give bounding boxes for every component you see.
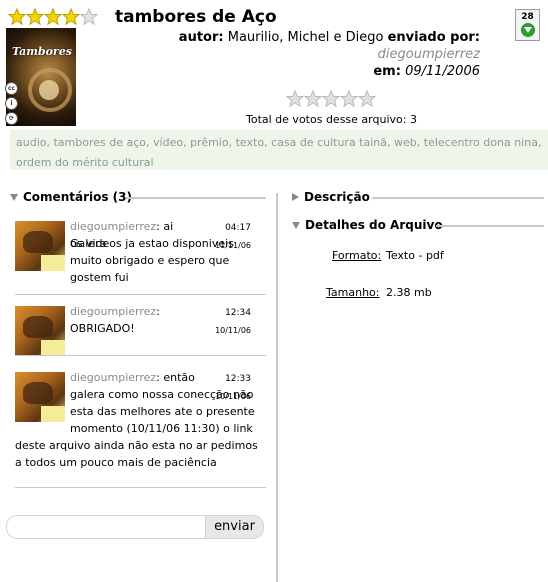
star-icon[interactable]: [285, 89, 305, 108]
comment-item: diegoumpierrez: ai Galera 04:17 11/11/06 os…: [15, 218, 266, 294]
expand-icon: [292, 221, 300, 229]
star-icon: [25, 7, 45, 26]
comment-text-first: :: [156, 305, 160, 318]
column-divider: [276, 193, 278, 582]
tag-link[interactable]: casa de cultura tainã: [271, 136, 387, 149]
star-icon: [79, 7, 99, 26]
comment-text: diegoumpierrez:: [70, 303, 205, 320]
tag-link[interactable]: audio: [16, 136, 46, 149]
vote-stars[interactable]: [285, 89, 377, 108]
cc-sa-icon: ⟳: [5, 112, 18, 125]
size-label: Tamanho:: [326, 286, 380, 299]
comment-user[interactable]: diegoumpierrez: [70, 220, 156, 233]
star-icon[interactable]: [339, 89, 359, 108]
star-icon: [61, 7, 81, 26]
expand-icon: [10, 193, 18, 201]
comment-body: OBRIGADO!: [70, 322, 135, 335]
divider: [436, 225, 544, 227]
date-label: em:: [373, 64, 401, 79]
cc-by-icon: i: [5, 97, 18, 110]
divider: [126, 197, 266, 199]
tag-link[interactable]: telecentro dona nina: [424, 136, 538, 149]
tag-link[interactable]: vídeo: [153, 136, 183, 149]
format-value: Texto - pdf: [386, 249, 444, 262]
comment-divider: [15, 487, 266, 488]
rating-stars: [7, 7, 99, 26]
download-count: 28: [521, 12, 534, 22]
license-icons: cc i ⟳: [5, 82, 18, 125]
star-icon: [43, 7, 63, 26]
tag-link[interactable]: prêmio: [190, 136, 229, 149]
description-title: Descrição: [304, 190, 370, 204]
tag-list: audio, tambores de aço, vídeo, prêmio, t…: [10, 130, 548, 170]
date-value: 09/11/2006: [405, 64, 480, 79]
cover-title: Tambores de Aço: [12, 45, 76, 58]
author-label: autor:: [178, 30, 224, 45]
star-icon: [7, 7, 27, 26]
votes-total: Total de votos desse arquivo: 3: [246, 113, 417, 126]
comment-item: diegoumpierrez: então 12:33 10/11/06 galera…: [15, 369, 266, 487]
comments-title: Comentários (3): [23, 190, 132, 204]
download-button[interactable]: 28: [515, 9, 540, 41]
format-label: Formato:: [332, 249, 382, 262]
tag-link[interactable]: ordem do mérito cultural: [16, 156, 154, 169]
divider: [372, 197, 544, 199]
send-button[interactable]: enviar: [205, 515, 264, 539]
comment-user[interactable]: diegoumpierrez: [70, 305, 156, 318]
comment-text: diegoumpierrez: então: [70, 369, 205, 386]
tag-link[interactable]: web: [394, 136, 417, 149]
file-title: tambores de Aço: [115, 7, 277, 27]
tag-link[interactable]: texto: [236, 136, 264, 149]
description-header[interactable]: Descrição: [292, 190, 370, 204]
collapse-icon: [292, 193, 299, 201]
comment-body: os videos ja estao disponiveis muito obr…: [70, 237, 234, 284]
comment-input[interactable]: [6, 515, 206, 539]
size-value: 2.38 mb: [386, 286, 432, 299]
tag-link[interactable]: tambores de aço: [53, 136, 146, 149]
comment-divider: [15, 294, 266, 295]
details-header[interactable]: Detalhes do Arquivo: [292, 218, 443, 232]
download-icon: [521, 23, 535, 37]
author-value: Maurilio, Michel e Diego: [227, 30, 384, 45]
comment-item: diegoumpierrez: 12:34 10/11/06 OBRIGADO!: [15, 303, 266, 356]
comment-divider: [15, 355, 266, 356]
comment-user[interactable]: diegoumpierrez: [70, 371, 156, 384]
cc-license-icon: cc: [5, 82, 18, 95]
sent-by-label: enviado por:: [387, 30, 480, 45]
star-icon[interactable]: [321, 89, 341, 108]
comment-text-first: : então: [156, 371, 195, 384]
comments-header[interactable]: Comentários (3): [10, 190, 132, 204]
sent-by-value[interactable]: diegoumpierrez: [179, 46, 480, 63]
star-icon[interactable]: [357, 89, 377, 108]
comment-body: galera como nossa conecção não esta das …: [15, 388, 258, 469]
star-icon[interactable]: [303, 89, 323, 108]
file-meta: autor: Maurilio, Michel e Diego enviado …: [179, 29, 480, 80]
details-title: Detalhes do Arquivo: [305, 218, 443, 232]
